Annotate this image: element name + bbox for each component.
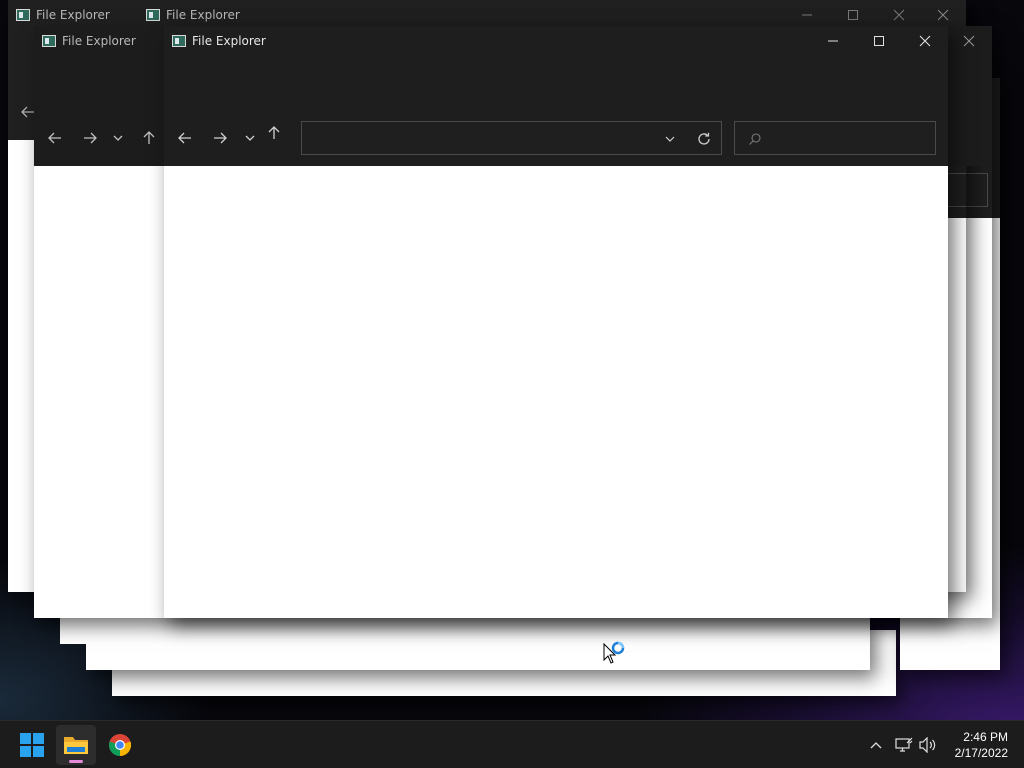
window-title: File Explorer [62,34,136,48]
close-icon [937,9,949,21]
chrome-icon [108,734,132,757]
window-title: File Explorer [166,8,240,22]
arrow-left-icon [21,106,34,118]
clock-date: 2/17/2022 [954,746,1008,760]
forward-button[interactable] [76,124,104,152]
taskbar-chrome[interactable] [100,725,140,765]
search-icon [749,133,761,145]
address-history-button[interactable] [658,125,682,153]
recent-locations-button[interactable] [106,124,130,152]
window-title: File Explorer [192,34,266,48]
file-explorer-icon [16,9,30,21]
address-bar[interactable] [301,121,722,155]
network-button[interactable] [894,735,914,755]
clock-time: 2:46 PM [963,730,1008,744]
minimize-icon [802,14,812,16]
busy-cursor-icon [602,640,632,670]
clock[interactable]: 2:46 PM 2/17/2022 [938,729,1008,761]
close-button[interactable] [946,26,992,56]
minimize-button[interactable] [810,26,856,56]
volume-button[interactable] [918,735,938,755]
back-button[interactable] [171,124,199,152]
refresh-icon [698,132,710,145]
windows-start-icon [20,733,44,757]
file-explorer-icon [42,35,56,47]
close-button[interactable] [902,26,948,56]
taskbar-file-explorer[interactable] [56,725,96,765]
forward-button[interactable] [206,124,234,152]
close-icon [919,35,931,47]
file-explorer-icon [146,9,160,21]
volume-icon [919,737,936,753]
folder-icon [64,737,88,754]
minimize-icon [828,40,838,42]
arrow-left-icon [48,132,61,144]
chevron-up-icon [870,742,882,749]
up-button[interactable] [260,119,288,147]
taskbar: 2:46 PM 2/17/2022 [0,720,1024,768]
back-button[interactable] [41,124,69,152]
recent-locations-button[interactable] [238,124,262,152]
arrow-left-icon [178,132,191,144]
maximize-button[interactable] [856,26,902,56]
up-button[interactable] [135,124,163,152]
maximize-icon [874,36,884,46]
explorer-window[interactable]: File Explorer [164,26,948,618]
file-list-area[interactable] [164,166,948,618]
refresh-button[interactable] [690,125,718,153]
network-icon [895,737,913,752]
maximize-icon [848,10,858,20]
file-explorer-icon [172,35,186,47]
arrow-right-icon [214,132,227,144]
close-icon [963,35,975,47]
ghost-window-body [86,612,870,670]
window-title: File Explorer [36,8,110,22]
chevron-down-icon [665,136,675,142]
arrow-up-icon [143,131,155,144]
start-button[interactable] [12,725,52,765]
search-box[interactable] [734,121,936,155]
chevron-down-icon [245,135,255,141]
show-hidden-icons-button[interactable] [866,735,886,755]
chevron-down-icon [113,135,123,141]
arrow-right-icon [84,132,97,144]
close-icon [893,9,905,21]
active-app-indicator [69,760,83,763]
arrow-up-icon [268,126,280,139]
